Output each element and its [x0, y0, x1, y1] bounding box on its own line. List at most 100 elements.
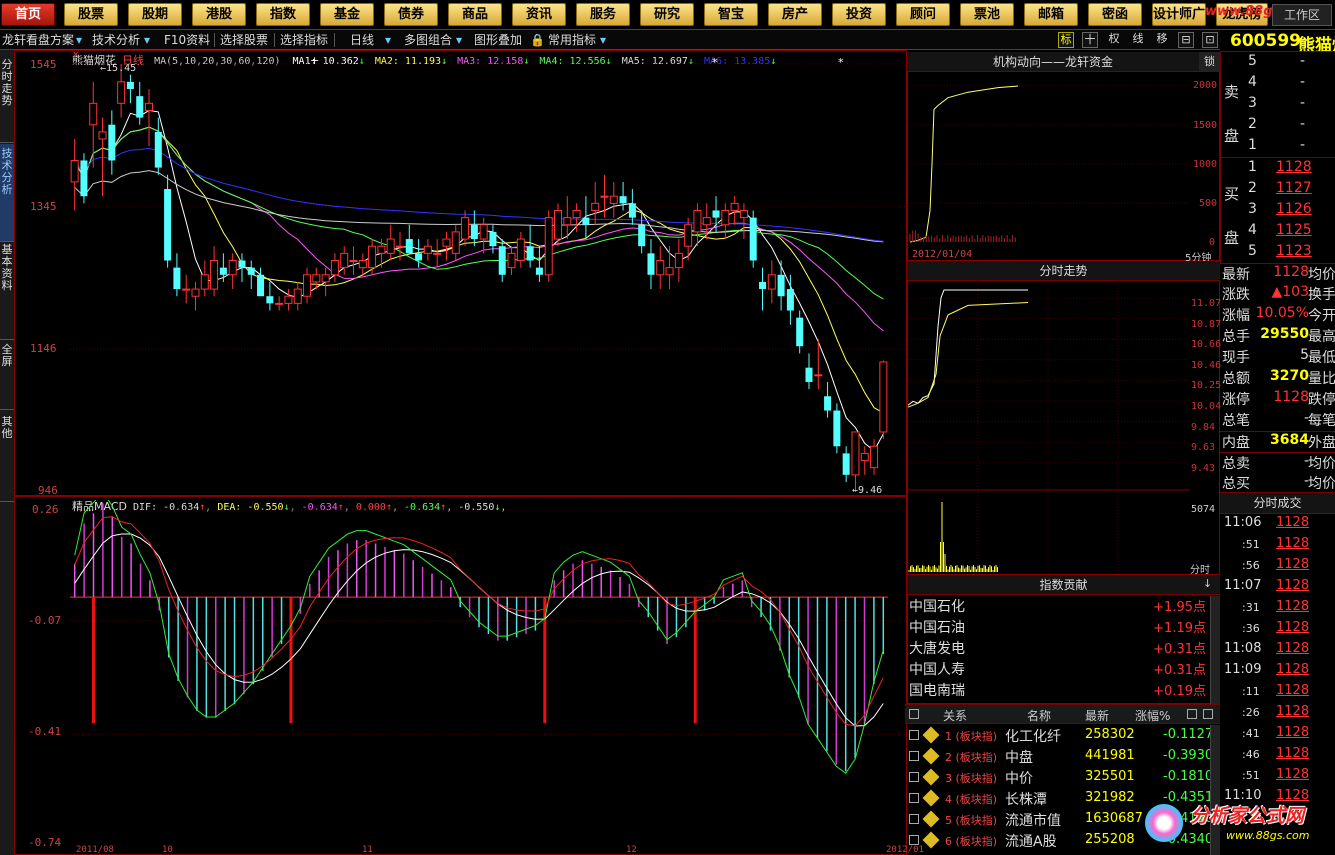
rights-button[interactable]: 权	[1106, 32, 1122, 48]
crosshair-button[interactable]: 十	[1082, 32, 1098, 48]
select-indicator-button[interactable]: 选择指标	[280, 32, 328, 48]
candle-body	[108, 124, 116, 161]
contrib-row[interactable]: 中国石油 +1.19点	[905, 617, 1220, 638]
select-stock-button[interactable]: 选择股票	[220, 32, 268, 48]
nav-invest[interactable]: 投资	[832, 3, 886, 26]
nav-zhibao[interactable]: 智宝	[704, 3, 758, 26]
bid-level[interactable]: 5 1123	[1244, 243, 1335, 264]
nav-stocks[interactable]: 股票	[64, 3, 118, 26]
period-select[interactable]: 日线	[350, 32, 374, 48]
move-button[interactable]: 移	[1154, 32, 1170, 48]
f10-button[interactable]: F10资料	[164, 32, 210, 48]
checkbox[interactable]	[909, 730, 919, 740]
bid-level[interactable]: 2 1127	[1244, 180, 1335, 201]
line-button[interactable]: 线	[1130, 32, 1146, 48]
candle-body	[684, 224, 693, 247]
candle-body	[712, 210, 720, 218]
dropdown-arrow-icon[interactable]: ▾	[385, 32, 391, 48]
nav-designer[interactable]: 设计师广	[1152, 3, 1206, 26]
checkbox[interactable]	[909, 835, 919, 845]
nav-property[interactable]: 房产	[768, 3, 822, 26]
workarea-tab[interactable]: 工作区	[1272, 4, 1332, 26]
fund-lock-button[interactable]: 锁	[1199, 52, 1220, 72]
dropdown-arrow-icon[interactable]: ▾	[76, 32, 82, 48]
checkbox[interactable]	[909, 793, 919, 803]
ask-level[interactable]: 4-	[1244, 74, 1335, 95]
tab-other[interactable]: 其他	[0, 412, 14, 502]
tab-intraday[interactable]: 分时走势	[0, 55, 14, 143]
bid-level[interactable]: 4 1125	[1244, 222, 1335, 243]
nav-research[interactable]: 研究	[640, 3, 694, 26]
dropdown-arrow-icon[interactable]: ▾	[144, 32, 150, 48]
candle-body	[191, 288, 200, 297]
block-row[interactable]: 1 (板块指) 化工化纤 258302 -0.1127	[905, 725, 1220, 746]
contrib-row[interactable]: 大唐发电 +0.31点	[905, 638, 1220, 659]
multi-chart-button[interactable]: 多图组合	[404, 32, 452, 48]
event-marker: *	[838, 56, 844, 69]
grid-icon[interactable]	[1203, 709, 1213, 719]
nav-bond[interactable]: 债券	[384, 3, 438, 26]
candle-body	[721, 209, 730, 226]
maximize-button[interactable]: ⊡	[1202, 32, 1218, 48]
dropdown-arrow-icon[interactable]: ▾	[600, 32, 606, 48]
nav-home[interactable]: 首页	[1, 3, 55, 26]
nav-secret[interactable]: 密函	[1088, 3, 1142, 26]
kline-chart[interactable]: + * *	[70, 52, 907, 496]
nav-service[interactable]: 服务	[576, 3, 630, 26]
nav-advisor[interactable]: 顾问	[896, 3, 950, 26]
mark-button[interactable]: 标	[1058, 32, 1074, 48]
candle-body	[377, 245, 386, 254]
contrib-row[interactable]: 国电南瑞 +0.19点	[905, 680, 1220, 701]
candle-body	[293, 288, 302, 304]
checkbox[interactable]	[1187, 709, 1197, 719]
ask-level[interactable]: 3-	[1244, 95, 1335, 116]
dropdown-arrow-icon[interactable]: ▾	[456, 32, 462, 48]
nav-hk[interactable]: 港股	[192, 3, 246, 26]
ask-level[interactable]: 5-	[1244, 53, 1335, 74]
nav-index[interactable]: 指数	[256, 3, 310, 26]
nav-pool[interactable]: 票池	[960, 3, 1014, 26]
candle-body	[200, 274, 209, 290]
candle-body	[423, 245, 432, 254]
quote-row: 涨跌 ▲103 换手	[1222, 284, 1335, 303]
tech-analysis-menu[interactable]: 技术分析	[92, 32, 140, 48]
candle-body	[796, 317, 804, 347]
common-indicator-button[interactable]: 常用指标	[548, 32, 596, 48]
nav-futures[interactable]: 股期	[128, 3, 182, 26]
checkbox[interactable]	[909, 751, 919, 761]
candle-body	[154, 131, 162, 168]
bid-level[interactable]: 1 1128	[1244, 159, 1335, 180]
nav-news[interactable]: 资讯	[512, 3, 566, 26]
candle-body	[303, 274, 312, 297]
tab-fullscreen[interactable]: 全屏	[0, 340, 14, 410]
ask-level[interactable]: 2-	[1244, 116, 1335, 137]
checkbox[interactable]	[909, 709, 919, 719]
contrib-row[interactable]: 中国石化 +1.95点	[905, 596, 1220, 617]
nav-mail[interactable]: 邮箱	[1024, 3, 1078, 26]
candle-body	[554, 209, 563, 240]
tab-technical[interactable]: 技术分析	[0, 144, 14, 242]
block-row[interactable]: 3 (板块指) 中价 325501 -0.1810	[905, 767, 1220, 788]
candle-body	[730, 202, 739, 211]
fund-panel-title: 机构动向——龙轩资金	[907, 52, 1199, 72]
intraday-chart[interactable]	[908, 282, 1190, 574]
window-button[interactable]: ⊟	[1178, 32, 1194, 48]
scheme-menu[interactable]: 龙轩看盘方案	[2, 32, 74, 48]
ma-line-6	[74, 147, 884, 242]
nav-commodity[interactable]: 商品	[448, 3, 502, 26]
ask-level[interactable]: 1-	[1244, 137, 1335, 158]
bid-level[interactable]: 3 1126	[1244, 201, 1335, 222]
checkbox[interactable]	[909, 814, 919, 824]
tab-fundamental[interactable]: 基本资料	[0, 240, 14, 340]
candle-body	[507, 252, 516, 269]
event-marker: *	[712, 56, 718, 69]
contrib-dropdown-icon[interactable]: ↓	[1203, 577, 1212, 590]
lock-icon[interactable]: 🔒	[530, 32, 545, 48]
block-row[interactable]: 2 (板块指) 中盘 441981 -0.3930	[905, 746, 1220, 767]
overlay-button[interactable]: 图形叠加	[474, 32, 522, 48]
checkbox[interactable]	[909, 772, 919, 782]
nav-fund[interactable]: 基金	[320, 3, 374, 26]
candle-body	[386, 238, 395, 254]
macd-chart[interactable]	[70, 500, 907, 855]
contrib-row[interactable]: 中国人寿 +0.31点	[905, 659, 1220, 680]
